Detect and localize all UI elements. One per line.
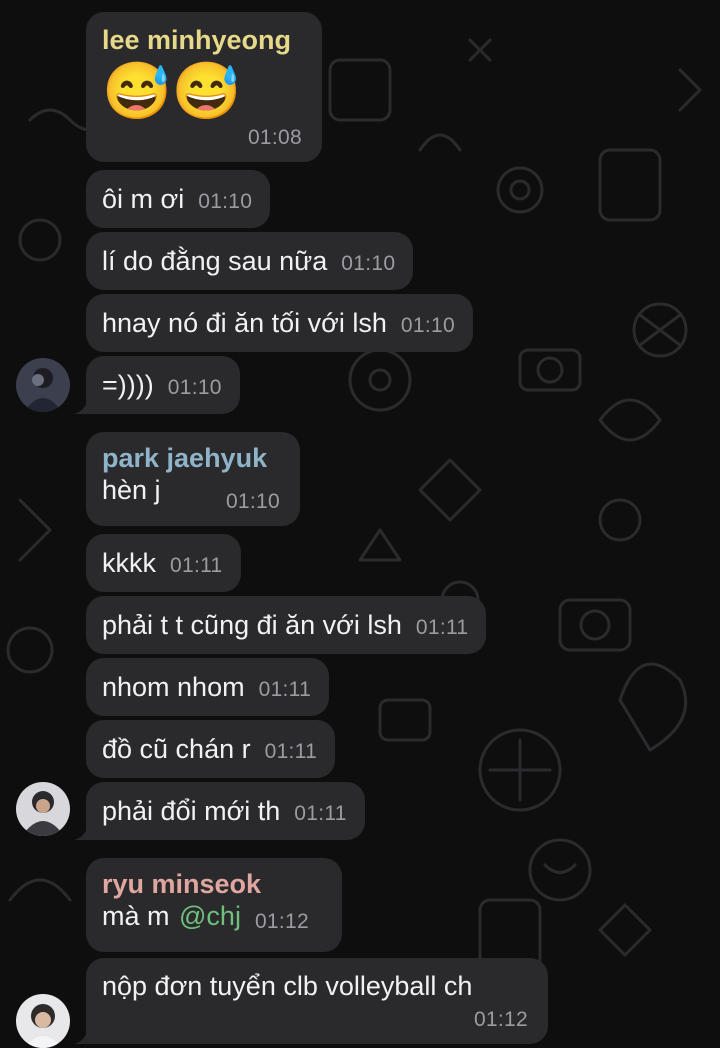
message-time: 01:11	[170, 554, 223, 577]
message-text: mà m	[102, 901, 170, 931]
emoji-text: 😅😅	[102, 59, 242, 122]
message-text: hnay nó đi ăn tối với lsh	[102, 308, 387, 338]
sender-name[interactable]: lee minhyeong	[102, 24, 306, 56]
message-bubble[interactable]: nhom nhom 01:11	[86, 658, 330, 716]
message-time: 01:11	[415, 616, 469, 639]
sender-name[interactable]: ryu minseok	[102, 868, 324, 900]
bubble-tail	[74, 1024, 98, 1044]
message-bubble[interactable]: hnay nó đi ăn tối với lsh 01:10	[86, 294, 473, 352]
message-text: =))))	[102, 370, 154, 400]
message-time: 01:10	[167, 376, 222, 399]
message-time: 01:10	[341, 252, 396, 275]
message-bubble[interactable]: lee minhyeong 😅😅 01:08	[86, 12, 322, 162]
message-time: 01:10	[400, 314, 455, 337]
message-time: 01:08	[247, 126, 302, 149]
message-bubble[interactable]: kkkk 01:11	[86, 534, 241, 592]
message-time: 01:11	[258, 678, 312, 701]
avatar[interactable]	[16, 782, 70, 836]
avatar[interactable]	[16, 994, 70, 1048]
message-text: kkkk	[102, 548, 156, 578]
message-time: 01:11	[294, 802, 347, 825]
message-text: ôi m ơi	[102, 184, 185, 214]
message-time: 01:10	[198, 190, 253, 213]
message-time: 01:12	[254, 910, 310, 933]
message-text: hèn j	[102, 475, 161, 505]
bubble-tail	[74, 820, 98, 840]
message-text: đồ cũ chán r	[102, 734, 251, 764]
message-bubble[interactable]: ryu minseok mà m @chj 01:12	[86, 858, 342, 952]
message-time: 01:11	[264, 740, 318, 763]
message-bubble[interactable]: lí do đằng sau nữa 01:10	[86, 232, 414, 290]
sender-name[interactable]: park jaehyuk	[102, 442, 282, 474]
mention-link[interactable]: @chj	[179, 900, 241, 932]
message-bubble[interactable]: =)))) 01:10	[86, 356, 240, 414]
message-bubble[interactable]: ôi m ơi 01:10	[86, 170, 271, 228]
message-bubble[interactable]: đồ cũ chán r 01:11	[86, 720, 336, 778]
message-bubble[interactable]: phải t t cũng đi ăn với lsh 01:11	[86, 596, 487, 654]
message-text: phải t t cũng đi ăn với lsh	[102, 610, 402, 640]
message-bubble[interactable]: phải đổi mới th 01:11	[86, 782, 365, 840]
message-text: lí do đằng sau nữa	[102, 246, 328, 276]
bubble-tail	[74, 394, 98, 414]
avatar[interactable]	[16, 358, 70, 412]
message-text: phải đổi mới th	[102, 796, 281, 826]
message-bubble[interactable]: nộp đơn tuyển clb volleyball ch 01:12	[86, 958, 548, 1044]
message-bubble[interactable]: park jaehyuk hèn j 01:10	[86, 432, 300, 526]
message-time: 01:10	[225, 490, 280, 513]
message-time: 01:12	[473, 1008, 528, 1031]
message-text: nộp đơn tuyển clb volleyball ch	[102, 971, 473, 1001]
message-text: nhom nhom	[102, 672, 245, 702]
